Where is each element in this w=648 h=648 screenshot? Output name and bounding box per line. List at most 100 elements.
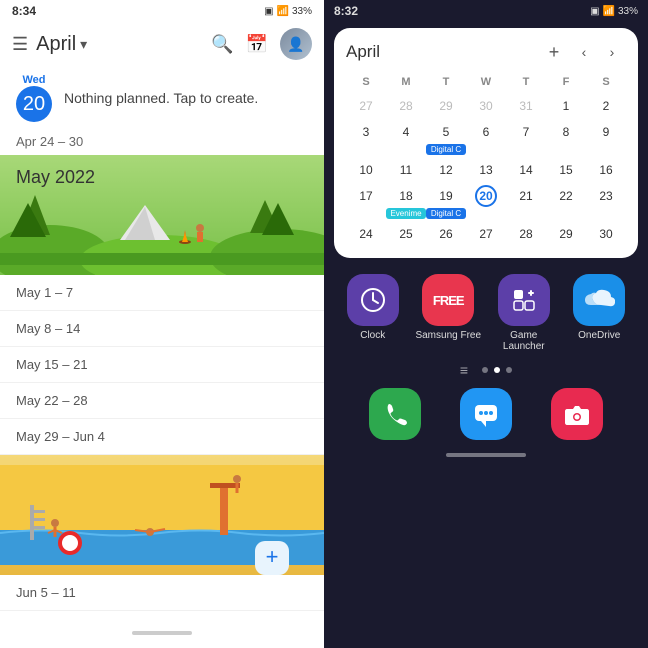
- right-signal-bars: 📶: [603, 6, 615, 17]
- samsung-free-icon: FREE: [422, 274, 474, 326]
- day-name: Wed: [22, 74, 45, 86]
- cal-cell-21[interactable]: 21: [506, 184, 546, 220]
- onedrive-label: OneDrive: [578, 330, 620, 341]
- left-signal-icon: 📶: [277, 6, 289, 17]
- today-row: Wed 20 Nothing planned. Tap to create.: [0, 66, 324, 130]
- menu-icon[interactable]: ☰: [12, 34, 28, 55]
- cal-cell-27[interactable]: 27: [346, 94, 386, 118]
- left-time: 8:34: [12, 4, 36, 18]
- may-week-row-1: May 8 – 14: [0, 311, 324, 347]
- cal-cell-30om[interactable]: 30: [466, 94, 506, 118]
- cal-prev-button[interactable]: ‹: [570, 38, 598, 66]
- cal-cell-2[interactable]: 2: [586, 94, 626, 118]
- svg-text:+: +: [266, 544, 279, 569]
- game-launcher-icon: [498, 274, 550, 326]
- cal-day-headers: S M T W T F S: [346, 74, 626, 92]
- dot-1: [482, 367, 488, 373]
- app-messages[interactable]: [445, 388, 528, 440]
- cal-cell-18[interactable]: 18Evenime: [386, 184, 426, 220]
- cal-cell-30[interactable]: 30: [586, 222, 626, 246]
- app-grid: Clock FREE Samsung Free Game Launcher: [324, 264, 648, 358]
- dot-3: [506, 367, 512, 373]
- cal-cell-6[interactable]: 6: [466, 120, 506, 156]
- cal-header-t2: T: [506, 74, 546, 92]
- right-battery: 33%: [618, 6, 638, 17]
- cal-cell-31[interactable]: 31: [506, 94, 546, 118]
- home-indicator: [324, 446, 648, 464]
- nothing-planned-text: Nothing planned. Tap to create.: [64, 90, 258, 106]
- cal-cell-27b[interactable]: 27: [466, 222, 506, 246]
- may-week-row-4: May 29 – Jun 4: [0, 419, 324, 455]
- search-icon[interactable]: 🔍: [211, 34, 233, 55]
- app-samsung-free[interactable]: FREE Samsung Free: [414, 274, 484, 352]
- cal-header-w: W: [466, 74, 506, 92]
- cal-week-5: 24 25 26 27 28 29 30: [346, 222, 626, 246]
- cal-cell-12[interactable]: 12: [426, 158, 466, 182]
- scroll-content[interactable]: May 2022: [0, 155, 324, 648]
- cal-header-s1: S: [346, 74, 386, 92]
- cal-cell-13[interactable]: 13: [466, 158, 506, 182]
- cal-cell-26[interactable]: 26: [426, 222, 466, 246]
- messages-icon: [460, 388, 512, 440]
- cal-next-button[interactable]: ›: [598, 38, 626, 66]
- left-status-icons: ▣ 📶 33%: [264, 6, 312, 17]
- cal-cell-4[interactable]: 4: [386, 120, 426, 156]
- month-title[interactable]: April ▾: [36, 33, 203, 56]
- onedrive-icon: [573, 274, 625, 326]
- cal-cell-16[interactable]: 16: [586, 158, 626, 182]
- cal-week-1: 27 28 29 30 31 1 2: [346, 94, 626, 118]
- left-photo-icon: ▣: [264, 6, 273, 17]
- cal-cell-29[interactable]: 29: [426, 94, 466, 118]
- samsung-free-label: Samsung Free: [415, 330, 481, 341]
- phone-icon: [369, 388, 421, 440]
- cal-cell-22[interactable]: 22: [546, 184, 586, 220]
- cal-week-2: 3 4 5Digital C 6 7 8 9: [346, 120, 626, 156]
- cal-cell-11[interactable]: 11: [386, 158, 426, 182]
- day-number: 20: [16, 86, 52, 122]
- app-phone[interactable]: [354, 388, 437, 440]
- today-label: Wed 20: [16, 74, 52, 122]
- cal-header-f: F: [546, 74, 586, 92]
- cal-header-s2: S: [586, 74, 626, 92]
- cal-cell-17[interactable]: 17: [346, 184, 386, 220]
- cal-cell-19[interactable]: 19Digital C: [426, 184, 466, 220]
- cal-cell-24[interactable]: 24: [346, 222, 386, 246]
- cal-cell-20[interactable]: 20: [466, 184, 506, 220]
- cal-cell-28[interactable]: 28: [386, 94, 426, 118]
- cal-cell-8[interactable]: 8: [546, 120, 586, 156]
- apps-menu-icon[interactable]: ≡: [460, 362, 468, 378]
- left-panel: 8:34 ▣ 📶 33% ☰ April ▾ 🔍 📅 👤 Wed 20 Noth…: [0, 0, 324, 648]
- cal-cell-14[interactable]: 14: [506, 158, 546, 182]
- cal-cell-15[interactable]: 15: [546, 158, 586, 182]
- cal-header: April + ‹ ›: [346, 38, 626, 66]
- app-onedrive[interactable]: OneDrive: [565, 274, 635, 352]
- cal-cell-23[interactable]: 23: [586, 184, 626, 220]
- right-photo-icon: ▣: [590, 6, 599, 17]
- right-time: 8:32: [334, 4, 358, 18]
- calendar-icon[interactable]: 📅: [246, 34, 268, 55]
- june-week-row: Jun 5 – 11: [0, 575, 324, 611]
- cal-cell-28b[interactable]: 28: [506, 222, 546, 246]
- cal-cell-1[interactable]: 1: [546, 94, 586, 118]
- cal-cell-3[interactable]: 3: [346, 120, 386, 156]
- avatar[interactable]: 👤: [280, 28, 312, 60]
- cal-cell-5[interactable]: 5Digital C: [426, 120, 466, 156]
- bottom-app-dock: [324, 382, 648, 446]
- right-status-icons: ▣ 📶 33%: [590, 6, 638, 17]
- header-icons: 🔍 📅 👤: [211, 28, 312, 60]
- app-clock[interactable]: Clock: [338, 274, 408, 352]
- cal-cell-9[interactable]: 9: [586, 120, 626, 156]
- cal-add-button[interactable]: +: [540, 38, 568, 66]
- cal-cell-10[interactable]: 10: [346, 158, 386, 182]
- app-camera[interactable]: [535, 388, 618, 440]
- cal-cell-25[interactable]: 25: [386, 222, 426, 246]
- event-digital-c-5: Digital C: [426, 144, 466, 155]
- home-bar: [446, 453, 526, 457]
- cal-week-3: 10 11 12 13 14 15 16: [346, 158, 626, 182]
- cal-cell-29b[interactable]: 29: [546, 222, 586, 246]
- june-week-label: Jun 5 – 11: [16, 585, 76, 600]
- cal-cell-7[interactable]: 7: [506, 120, 546, 156]
- app-game-launcher[interactable]: Game Launcher: [489, 274, 559, 352]
- right-status-bar: 8:32 ▣ 📶 33%: [324, 0, 648, 22]
- may-week-row-0: May 1 – 7: [0, 275, 324, 311]
